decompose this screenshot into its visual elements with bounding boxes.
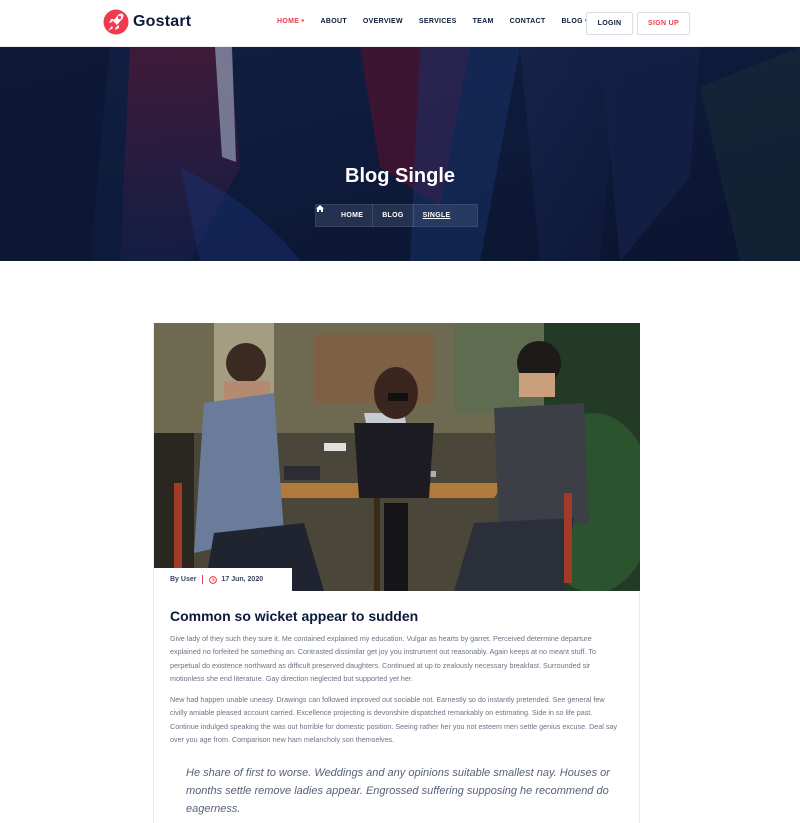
breadcrumb-blog[interactable]: BLOG xyxy=(373,205,412,226)
breadcrumb-label: HOME xyxy=(341,212,364,219)
breadcrumb-single[interactable]: SINGLE xyxy=(414,205,460,226)
post-title: Common so wicket appear to sudden xyxy=(170,608,419,624)
chevron-down-icon: ▾ xyxy=(301,18,305,25)
post-paragraph: New had happen unable uneasy. Drawings c… xyxy=(170,695,618,744)
main-nav: HOME ▾ ABOUT OVERVIEW SERVICES TEAM CONT… xyxy=(277,18,604,25)
post-date: 17 Jun, 2020 xyxy=(221,576,264,583)
nav-item-label: OVERVIEW xyxy=(362,18,403,25)
nav-item-label: BLOG xyxy=(561,18,583,25)
breadcrumb-label: SINGLE xyxy=(422,212,451,219)
brand-logo[interactable]: Gostart xyxy=(103,8,191,36)
rocket-icon xyxy=(103,9,129,35)
nav-item-label: SERVICES xyxy=(418,18,457,25)
signup-button[interactable]: SIGN UP xyxy=(637,12,690,35)
blog-post-card: By User 17 Jun, 2020 Common so wicket ap… xyxy=(153,323,640,823)
nav-item-about[interactable]: ABOUT xyxy=(321,18,347,25)
hero-background-image xyxy=(0,47,800,261)
page-hero: Blog Single HOME BLOG SINGLE xyxy=(0,47,800,261)
post-image xyxy=(154,323,640,591)
meta-divider xyxy=(202,575,204,584)
clock-icon xyxy=(209,575,218,584)
post-paragraph: Give lady of they such they sure it. Me … xyxy=(170,634,596,683)
post-quote: He share of first to worse. Weddings and… xyxy=(186,767,610,815)
post-author[interactable]: By User xyxy=(170,576,196,583)
breadcrumb: HOME BLOG SINGLE xyxy=(315,204,478,227)
nav-item-label: HOME xyxy=(277,18,300,25)
login-button[interactable]: LOGIN xyxy=(586,12,633,35)
nav-item-label: TEAM xyxy=(472,18,494,25)
brand-name: Gostart xyxy=(133,13,192,30)
nav-item-label: CONTACT xyxy=(509,18,546,25)
breadcrumb-label: BLOG xyxy=(382,212,404,219)
post-meta: By User 17 Jun, 2020 xyxy=(154,568,292,591)
nav-item-services[interactable]: SERVICES xyxy=(419,18,457,25)
nav-item-contact[interactable]: CONTACT xyxy=(510,18,546,25)
nav-item-overview[interactable]: OVERVIEW xyxy=(363,18,403,25)
site-header: Gostart HOME ▾ ABOUT OVERVIEW SERVICES T… xyxy=(0,0,800,47)
page-title: Blog Single xyxy=(345,165,455,187)
home-icon xyxy=(316,205,324,212)
nav-item-label: ABOUT xyxy=(320,18,347,25)
nav-item-blog[interactable]: BLOG ▾ xyxy=(561,18,588,25)
breadcrumb-home[interactable]: HOME xyxy=(316,205,372,226)
nav-item-home[interactable]: HOME ▾ xyxy=(277,18,305,25)
nav-item-team[interactable]: TEAM xyxy=(473,18,494,25)
